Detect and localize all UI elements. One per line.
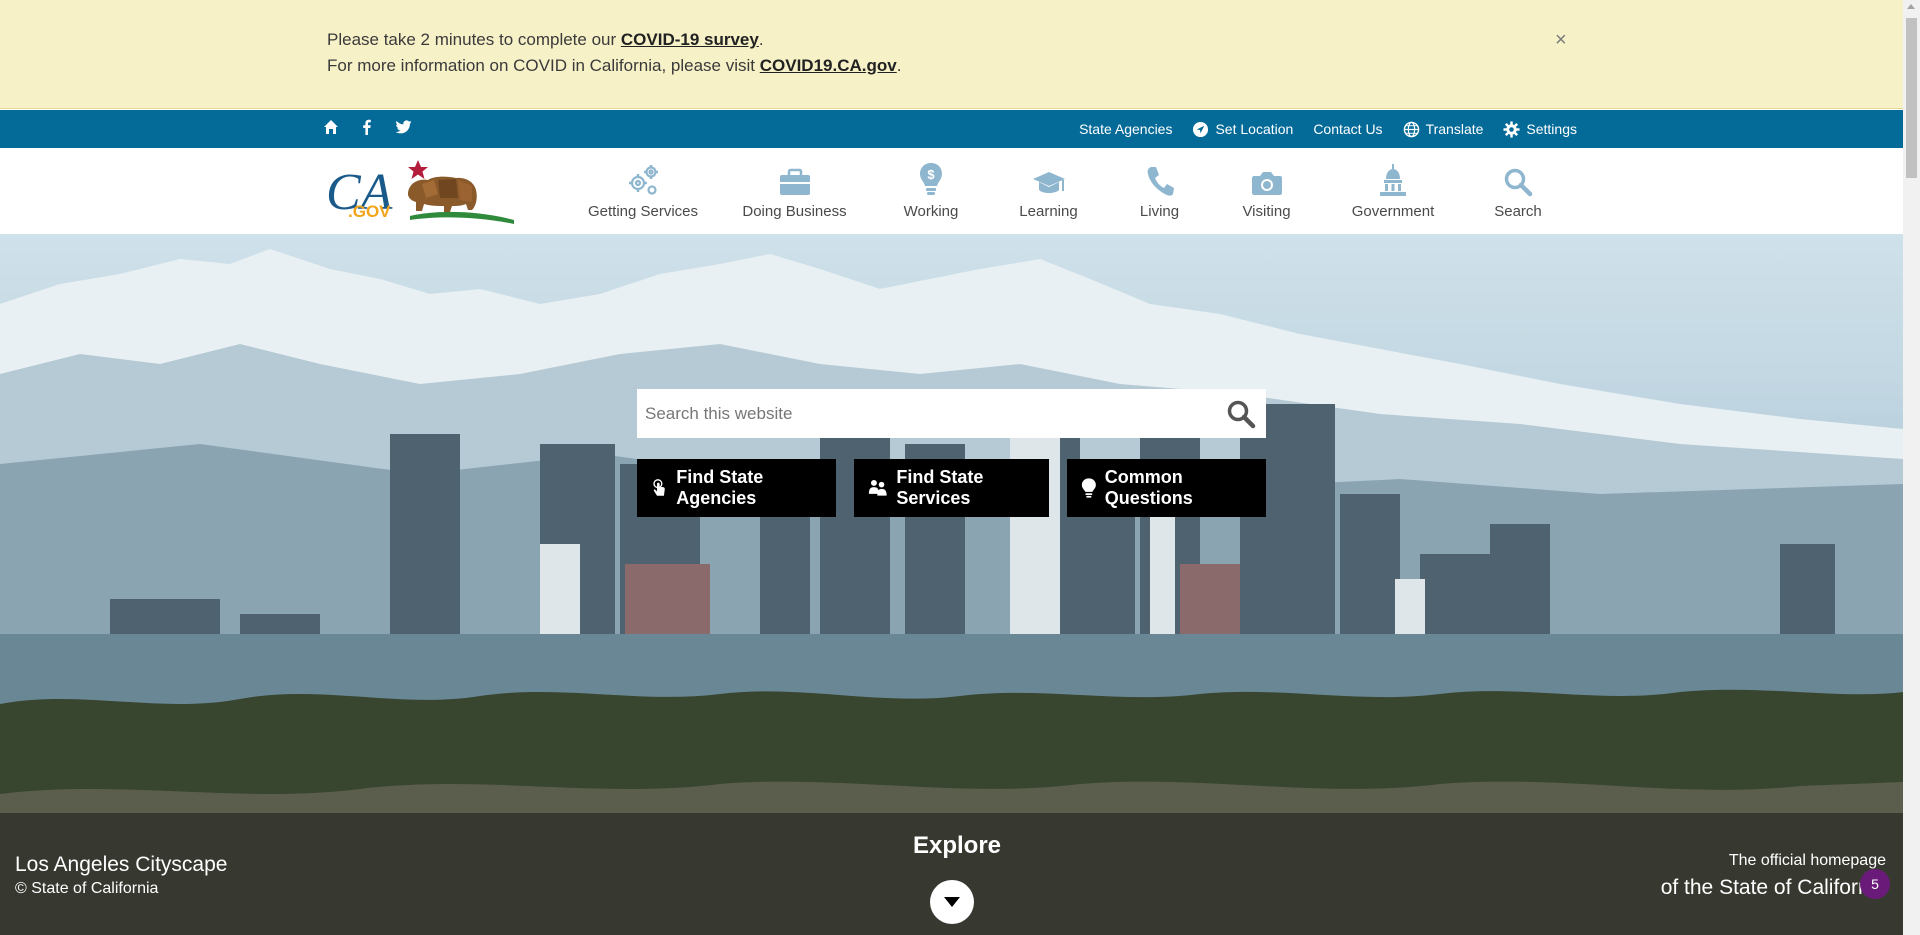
twitter-icon[interactable]	[394, 119, 412, 140]
set-location-link[interactable]: Set Location	[1192, 121, 1293, 138]
home-icon[interactable]	[322, 119, 340, 140]
translate-label: Translate	[1425, 121, 1484, 137]
location-icon	[1193, 121, 1209, 137]
caption-title: Los Angeles Cityscape	[15, 853, 228, 876]
main-nav: Getting Services Doing Business $ Workin…	[570, 148, 1572, 234]
pointer-hand-icon	[653, 479, 665, 496]
find-state-agencies-button[interactable]: Find State Agencies	[637, 459, 836, 517]
nav-label: Doing Business	[742, 203, 847, 220]
search-icon	[1504, 168, 1533, 197]
hero-actions: Find State Agencies Find State Services …	[637, 459, 1266, 517]
find-state-services-label: Find State Services	[896, 467, 984, 508]
utility-bar: State Agencies Set Location Contact Us T…	[0, 110, 1903, 148]
close-alert-button[interactable]: ×	[1555, 30, 1567, 50]
explore-button[interactable]	[930, 880, 974, 924]
utility-links: State Agencies Set Location Contact Us T…	[1079, 110, 1577, 148]
alert-survey-period: .	[758, 30, 764, 49]
nav-label: Learning	[1019, 203, 1078, 220]
gear-icon	[1503, 120, 1520, 138]
hero-banner: Find State Agencies Find State Services …	[0, 234, 1903, 935]
nav-doing-business[interactable]: Doing Business	[716, 148, 873, 220]
settings-label: Settings	[1526, 121, 1577, 137]
scroll-up-arrow-icon[interactable]	[1907, 4, 1915, 9]
official-homepage-text: The official homepage of the State of Ca…	[1661, 852, 1886, 900]
nav-label: Living	[1139, 203, 1180, 220]
official-line-2: of the State of California	[1660, 876, 1886, 899]
covid-survey-link[interactable]: COVID-19 survey	[621, 30, 759, 49]
svg-text:$: $	[927, 167, 935, 182]
capitol-icon	[1380, 164, 1406, 196]
translate-link[interactable]: Translate	[1403, 121, 1484, 138]
nav-visiting[interactable]: Visiting	[1211, 148, 1322, 220]
search-submit-button[interactable]	[1216, 389, 1266, 438]
nav-label: Getting Services	[587, 203, 699, 220]
alert-info-text: For more information on COVID in Califor…	[327, 56, 760, 75]
lightbulb-dollar-icon: $	[920, 163, 942, 195]
lightbulb-icon	[1081, 478, 1096, 498]
contact-us-link[interactable]: Contact Us	[1313, 121, 1382, 137]
contact-us-label: Contact Us	[1313, 121, 1383, 137]
nav-working[interactable]: $ Working	[873, 148, 989, 220]
search-input[interactable]	[637, 389, 1216, 438]
social-links	[322, 119, 412, 140]
users-icon	[868, 479, 887, 496]
scrollbar-thumb[interactable]	[1906, 18, 1917, 178]
nav-search[interactable]: Search	[1464, 148, 1572, 220]
globe-icon	[1403, 121, 1419, 137]
explore-label: Explore	[913, 832, 1002, 859]
site-header: CA .GOV Getting Services Doing Business …	[0, 148, 1903, 234]
site-search	[637, 389, 1266, 438]
camera-icon	[1251, 172, 1282, 195]
nav-learning[interactable]: Learning	[989, 148, 1108, 220]
facebook-icon[interactable]	[358, 119, 376, 140]
nav-label: Visiting	[1242, 203, 1291, 220]
find-state-services-button[interactable]: Find State Services	[854, 459, 1049, 517]
alert-info-period: .	[896, 56, 902, 75]
briefcase-icon	[779, 168, 810, 195]
nav-label: Working	[903, 203, 959, 220]
phone-icon	[1147, 167, 1174, 196]
graduation-cap-icon	[1032, 172, 1065, 193]
alert-survey-text: Please take 2 minutes to complete our	[327, 30, 621, 49]
nav-label: Search	[1494, 203, 1542, 220]
settings-link[interactable]: Settings	[1503, 120, 1577, 138]
logo-gov-text: .GOV	[348, 202, 391, 221]
nav-getting-services[interactable]: Getting Services	[570, 148, 716, 220]
caption-credit: © State of California	[15, 880, 159, 897]
nav-government[interactable]: Government	[1322, 148, 1464, 220]
official-line-1: The official homepage	[1728, 852, 1886, 869]
covid19-ca-gov-link[interactable]: COVID19.CA.gov	[760, 56, 897, 75]
nav-label: Government	[1351, 203, 1435, 220]
covid-alert-banner: Please take 2 minutes to complete our CO…	[0, 0, 1903, 109]
find-state-agencies-label: Find State Agencies	[676, 467, 764, 508]
state-agencies-label: State Agencies	[1079, 121, 1173, 137]
gears-icon	[629, 165, 658, 195]
search-icon	[1227, 400, 1256, 428]
alert-line-survey: Please take 2 minutes to complete our CO…	[327, 30, 764, 50]
common-questions-button[interactable]: Common Questions	[1067, 459, 1266, 517]
page-scrollbar[interactable]	[1903, 0, 1920, 935]
ca-gov-logo[interactable]: CA .GOV	[326, 154, 516, 228]
nav-living[interactable]: Living	[1108, 148, 1211, 220]
notification-badge[interactable]: 5	[1860, 869, 1890, 899]
chevron-down-icon	[944, 897, 960, 907]
alert-line-info: For more information on COVID in Califor…	[327, 56, 901, 76]
set-location-label: Set Location	[1215, 121, 1294, 137]
image-caption: Los Angeles Cityscape © State of Califor…	[15, 853, 227, 898]
state-agencies-link[interactable]: State Agencies	[1079, 121, 1172, 137]
common-questions-label: Common Questions	[1104, 467, 1193, 508]
